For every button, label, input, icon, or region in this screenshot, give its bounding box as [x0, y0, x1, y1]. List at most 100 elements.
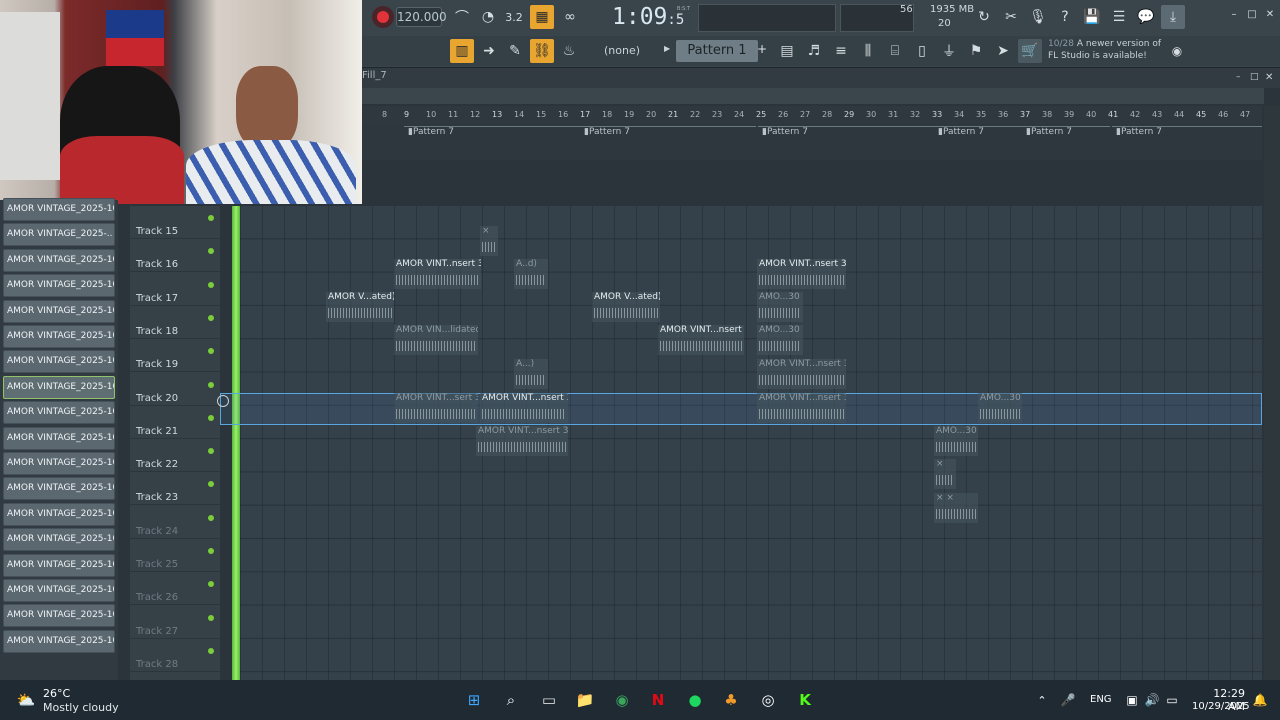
file-icon[interactable]: ▯	[910, 39, 934, 63]
pattern-clip[interactable]: ▮Pattern 7	[580, 126, 756, 160]
weather-desc[interactable]: Mostly cloudy	[43, 701, 119, 714]
track-header[interactable]: Track 24	[130, 506, 220, 539]
sample-item[interactable]: AMOR VINTAGE_2025-..	[3, 223, 115, 247]
pl-minimize-icon[interactable]: –	[1236, 72, 1241, 82]
sample-item[interactable]: AMOR VINTAGE_2025-10-..	[3, 274, 115, 298]
audio-clip[interactable]: AMO...30	[934, 426, 978, 456]
tray-chevron-icon[interactable]: ⌃	[1030, 688, 1054, 712]
track-header[interactable]: Track 17	[130, 273, 220, 306]
audio-clip[interactable]: AMOR VINT...nsert 30	[757, 393, 846, 423]
track-mute-led[interactable]	[208, 581, 214, 588]
mixer-icon[interactable]: ☰	[1107, 5, 1131, 29]
sample-item[interactable]: AMOR VINTAGE_2025-10-..	[3, 325, 115, 348]
sample-item[interactable]: AMOR VINTAGE_2025-10-..	[3, 198, 115, 221]
track-header[interactable]: Track 18	[130, 306, 220, 339]
minimize-icon[interactable]: –	[1226, 6, 1242, 22]
close-icon[interactable]: ✕	[1262, 6, 1278, 22]
track-mute-led[interactable]	[208, 215, 214, 221]
pattern-selector[interactable]: Pattern 1	[676, 40, 758, 62]
track-header[interactable]: Track 26	[130, 572, 220, 606]
audio-clip[interactable]: ×	[934, 459, 956, 489]
send-icon[interactable]: ➤	[991, 39, 1015, 63]
step-edit-icon[interactable]: ▦	[530, 5, 554, 29]
sample-item[interactable]: AMOR VINTAGE_2025-10-..	[3, 401, 115, 425]
audio-clip[interactable]: AMOR V...ated)	[326, 292, 394, 322]
pattern-clip[interactable]: ▮Pattern 7	[404, 126, 580, 160]
tempo-display[interactable]: 120.000	[396, 7, 447, 27]
track-header[interactable]: Track 27	[130, 606, 220, 639]
save-icon[interactable]: 💾	[1080, 5, 1104, 29]
audio-clip[interactable]: AMOR VINT...nsert 30	[658, 325, 744, 355]
add-pattern-button[interactable]: +	[757, 42, 767, 56]
vertical-scrollbar[interactable]	[1264, 106, 1280, 680]
sample-item[interactable]: AMOR VINTAGE_2025-10-..	[3, 350, 115, 374]
sample-item[interactable]: AMOR VINTAGE_2025-10-..	[3, 375, 115, 399]
track-mute-led[interactable]	[208, 614, 214, 621]
mic-tray-icon[interactable]: 🎤	[1056, 688, 1080, 712]
sample-item[interactable]: AMOR VINTAGE_2025-10-..	[3, 248, 115, 272]
pl-maximize-icon[interactable]: □	[1250, 72, 1259, 82]
track-mute-led[interactable]	[208, 414, 214, 421]
audio-clip[interactable]: × ×	[934, 493, 978, 523]
track-header[interactable]: Track 28	[130, 639, 220, 672]
sample-item[interactable]: AMOR VINTAGE_2025-10-..	[3, 553, 115, 577]
track-mute-led[interactable]	[208, 514, 214, 521]
audio-clip[interactable]: AMOR VIN...lidated)	[394, 325, 478, 355]
loop-record-icon[interactable]: ∞	[558, 5, 582, 29]
audio-clip[interactable]: AMOR VINT..nsert 30	[757, 259, 846, 289]
weather-icon[interactable]: ⛅	[14, 688, 38, 712]
windows-start-icon[interactable]: ⊞	[462, 688, 486, 712]
cart-icon[interactable]: 🛒	[1018, 39, 1042, 63]
sample-item[interactable]: AMOR VINTAGE_2025-10-..	[3, 629, 115, 653]
track-mute-led[interactable]	[208, 481, 214, 488]
weather-temp[interactable]: 26°C	[43, 687, 70, 700]
cut-icon[interactable]: ✂	[999, 5, 1023, 29]
sample-item[interactable]: AMOR VINTAGE_2025-10-..	[3, 528, 115, 552]
record-button[interactable]	[372, 6, 394, 28]
track-header[interactable]: Track 21	[130, 406, 220, 439]
track-header[interactable]: Track 23	[130, 472, 220, 506]
language-indicator[interactable]: ENG	[1090, 694, 1112, 705]
wait-input-icon[interactable]: ◔	[476, 5, 500, 29]
sample-item[interactable]: AMOR VINTAGE_2025-10-..	[3, 502, 115, 526]
kick-icon[interactable]: K	[793, 688, 817, 712]
track-mute-led[interactable]	[208, 548, 214, 554]
globe-icon[interactable]: ◉	[1165, 39, 1189, 63]
fl-studio-icon[interactable]: ♣	[719, 688, 743, 712]
arrow-right-icon[interactable]: ➜	[477, 39, 501, 63]
stamp-icon[interactable]: ♨	[557, 39, 581, 63]
audio-clip[interactable]: AMOR VINT...nsert 30	[757, 359, 846, 389]
maximize-icon[interactable]: □	[1244, 6, 1260, 22]
download-icon[interactable]: ⤓	[1161, 5, 1185, 29]
channel-rack-icon[interactable]: ≡	[829, 39, 853, 63]
chat-icon[interactable]: 💬	[1134, 5, 1158, 29]
metronome-icon[interactable]: ⌒	[450, 5, 474, 29]
browser-icon[interactable]: ⌸	[883, 39, 907, 63]
battery-icon[interactable]: ▭	[1160, 688, 1184, 712]
track-mute-led[interactable]	[208, 448, 214, 455]
brush-icon[interactable]: ✎	[503, 39, 527, 63]
track-mute-led[interactable]	[208, 314, 214, 321]
file-explorer-icon[interactable]: 📁	[573, 688, 597, 712]
audio-clip[interactable]: AMOR VINT..nsert 30	[394, 259, 481, 289]
audio-clip[interactable]: AMOR V...ated)	[592, 292, 660, 322]
piano-roll-icon[interactable]: ♬	[802, 39, 826, 63]
track-mute-led[interactable]	[208, 281, 214, 288]
microphone-icon[interactable]: 🎙	[1026, 5, 1050, 29]
pattern-clip[interactable]: ▮Pattern 7	[1022, 126, 1110, 160]
pl-close-icon[interactable]: ✕	[1265, 72, 1273, 83]
audio-clip[interactable]: A..d)	[514, 259, 548, 289]
chrome-icon[interactable]: ◉	[610, 688, 634, 712]
track-header[interactable]: Track 15	[130, 206, 220, 239]
audio-clip[interactable]: AMO...30	[757, 325, 803, 355]
track-mute-led[interactable]	[208, 348, 214, 355]
search-icon[interactable]: ⌕	[499, 688, 523, 712]
track-header[interactable]: Track 19	[130, 339, 220, 373]
horizontal-scrollbar[interactable]	[362, 88, 1264, 104]
track-mute-led[interactable]	[208, 248, 214, 255]
netflix-icon[interactable]: N	[646, 688, 670, 712]
track-header[interactable]: Track 25	[130, 539, 220, 572]
spotify-icon[interactable]: ●	[683, 688, 707, 712]
audio-clip[interactable]: AMOR VINT...nsert 30	[480, 393, 568, 423]
notification-icon[interactable]: 🔔	[1248, 688, 1272, 712]
